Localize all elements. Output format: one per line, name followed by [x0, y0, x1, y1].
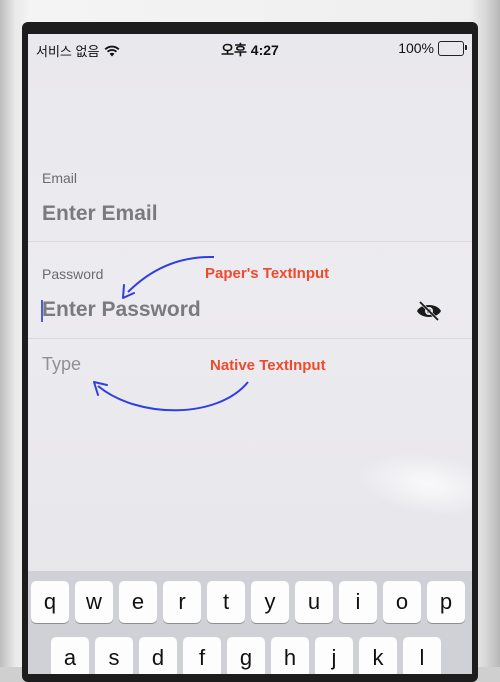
key-f[interactable]: f — [183, 637, 221, 674]
key-e[interactable]: e — [119, 581, 157, 623]
key-i[interactable]: i — [339, 581, 377, 623]
keyboard-row-1: qwertyuiop — [31, 581, 465, 623]
key-w[interactable]: w — [75, 581, 113, 623]
native-textinput-annotation: Native TextInput — [210, 357, 326, 374]
key-t[interactable]: t — [207, 581, 245, 623]
key-g[interactable]: g — [227, 637, 265, 674]
key-o[interactable]: o — [383, 581, 421, 623]
paper-arrow — [127, 255, 215, 293]
key-s[interactable]: s — [95, 637, 133, 674]
key-p[interactable]: p — [427, 581, 465, 623]
keyboard: qwertyuiop asdfghjkl — [28, 571, 472, 674]
key-q[interactable]: q — [31, 581, 69, 623]
key-y[interactable]: y — [251, 581, 289, 623]
native-arrow — [97, 381, 249, 412]
key-j[interactable]: j — [315, 637, 353, 674]
key-d[interactable]: d — [139, 637, 177, 674]
screen: 서비스 없음 오후 4:27 100% Email Password — [28, 34, 472, 674]
key-l[interactable]: l — [403, 637, 441, 674]
paper-textinput-annotation: Paper's TextInput — [205, 265, 330, 282]
key-r[interactable]: r — [163, 581, 201, 623]
key-a[interactable]: a — [51, 637, 89, 674]
key-h[interactable]: h — [271, 637, 309, 674]
keyboard-row-2: asdfghjkl — [51, 637, 441, 674]
key-u[interactable]: u — [295, 581, 333, 623]
key-k[interactable]: k — [359, 637, 397, 674]
